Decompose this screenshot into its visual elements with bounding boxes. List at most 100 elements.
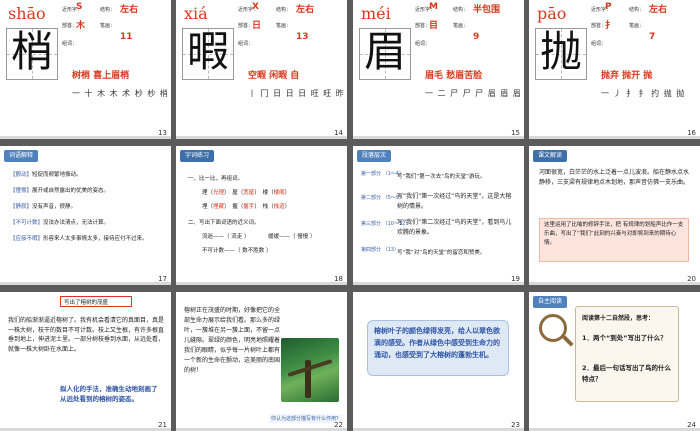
- strokes-value: 11: [120, 32, 133, 42]
- slide-footer-bar: [529, 136, 700, 139]
- slide-number: 22: [334, 421, 343, 429]
- definition-line: 【不可计数】没法办法清点，无法计算。: [10, 220, 110, 226]
- section-tag: 段落层次: [357, 150, 392, 162]
- similar-value: S: [76, 2, 83, 12]
- section-tag: 词语解释: [4, 150, 39, 162]
- part-label: 第四部分 （13）: [361, 247, 399, 253]
- slide-thumbnail-15[interactable]: méi 眉 近形字： M 部首： 目 结构： 半包围 笔画： 9 组词： 眉毛 …: [353, 0, 524, 139]
- structure-value: 左右: [120, 5, 139, 15]
- synonym-row: 缓缓——（ 慢慢 ）: [268, 234, 316, 240]
- banyan-tree-photo: [281, 338, 339, 402]
- slide-thumbnail-19[interactable]: 段落层次 第一部分 （1～4） 写“我们”第一次去“鸟的天堂”游玩。 第二部分 …: [353, 146, 524, 285]
- part-summary: 写“我”对“鸟的天堂”的留恋和赞美。: [397, 250, 486, 256]
- pinyin: shāo: [8, 4, 46, 23]
- section-tag: 字词练习: [180, 150, 215, 162]
- part-summary: 写“我们”第二次经过“鸟的天堂”，看到鸟儿欢腾的景象。: [397, 219, 512, 236]
- stroke-order: 一 二 尸 尸 尸 眉 眉 眉 眉: [425, 89, 524, 98]
- radical-value: 木: [76, 21, 86, 31]
- slide-number: 18: [334, 275, 343, 283]
- magnifier-icon: [539, 314, 567, 342]
- words-label: 组词：: [415, 41, 431, 47]
- example-words: 眉毛 愁眉苦脸: [425, 71, 483, 81]
- compare-row: 理（光理） 屋（宽屋） 楼（楼阁）: [202, 190, 291, 196]
- structure-label: 结构：: [629, 7, 645, 13]
- slide-number: 17: [158, 275, 167, 283]
- question-intro: 阅读第十二自然段，思考：: [582, 315, 655, 322]
- exercise-heading: 一、比一比，再组词。: [188, 176, 244, 182]
- slide-thumbnail-13[interactable]: shāo 梢 近形字： S 部首： 木 结构： 左右 笔画： 11 组词： 树梢…: [0, 0, 171, 139]
- strokes-label: 笔画：: [453, 23, 469, 29]
- slide-number: 23: [511, 421, 520, 429]
- slide-thumbnail-23[interactable]: 榕树叶子的颜色绿得发亮，给人以翠色欲滴的感受。作者从绿色中感受到生命力的涌动，也…: [353, 292, 524, 431]
- slide-footer-bar: [0, 136, 171, 139]
- radical-value: 目: [429, 21, 439, 31]
- strokes-label: 笔画：: [276, 23, 292, 29]
- words-label: 组词：: [591, 41, 607, 47]
- question-1: 1．两个“到处”写出了什么？: [582, 334, 667, 342]
- similar-value: M: [429, 2, 438, 12]
- stroke-order: 一 十 木 木 术 杪 杪 梢 梢 梢 梢: [72, 89, 171, 98]
- slide-number: 19: [511, 275, 520, 283]
- big-character: 暇: [186, 27, 229, 76]
- radical-label: 部首：: [238, 23, 254, 29]
- slide-thumbnail-17[interactable]: 词语解释 【颤动】短促而频繁地振动。 【憧憬】展开或自然露出的优美的姿态。 【静…: [0, 146, 171, 285]
- explanation-text: 榕树叶子的颜色绿得发亮，给人以翠色欲滴的感受。作者从绿色中感受到生命力的涌动，也…: [374, 327, 500, 359]
- structure-value: 左右: [649, 5, 668, 15]
- definition-line: 【憧憬】展开或自然露出的优美的姿态。: [10, 188, 110, 194]
- pinyin: méi: [361, 4, 391, 23]
- slide-footer-bar: [0, 282, 171, 285]
- explanation-box: 榕树叶子的颜色绿得发亮，给人以翠色欲滴的感受。作者从绿色中感受到生命力的涌动，也…: [367, 320, 509, 376]
- compare-row: 埋（埋藏） 握（握手） 栈（栈道）: [202, 204, 291, 210]
- slide-thumbnail-21[interactable]: 写出了榕树的茂盛 我们的船渐渐逼近榕树了。我有机会看清它的真面目，真是一株大树，…: [0, 292, 171, 431]
- radical-label: 部首：: [62, 23, 78, 29]
- pinyin: pāo: [537, 4, 567, 23]
- question-2: 2．最后一句话写出了鸟的什么特点？: [582, 364, 672, 383]
- radical-value: 日: [252, 21, 262, 31]
- question-caption: 你认为这部分描写有什么作用？: [268, 414, 343, 423]
- part-summary: 写“我们”第一次经过“鸟的天堂”，这是大榕树的情景。: [397, 193, 512, 210]
- slide-footer-bar: [529, 282, 700, 285]
- slide-thumbnail-14[interactable]: xiá 暇 近形字： X 部首： 日 结构： 左右 笔画： 13 组词： 空暇 …: [176, 0, 347, 139]
- stroke-order: 丨 冂 日 日 日 旺 旺 昨 暇 暇 暇 暇 暇: [248, 89, 347, 98]
- structure-label: 结构：: [453, 7, 469, 13]
- question-card: 阅读第十二自然段，思考： 1．两个“到处”写出了什么？ 2．最后一句话写出了鸟的…: [575, 306, 679, 402]
- radical-label: 部首：: [591, 23, 607, 29]
- slide-thumbnail-18[interactable]: 字词练习 一、比一比，再组词。 理（光理） 屋（宽屋） 楼（楼阁） 埋（埋藏） …: [176, 146, 347, 285]
- strokes-label: 笔画：: [100, 23, 116, 29]
- strokes-value: 13: [296, 32, 309, 42]
- part-summary: 写“我们”第一次去“鸟的天堂”游玩。: [397, 174, 486, 180]
- structure-label: 结构：: [100, 7, 116, 13]
- definition-line: 【颤动】短促而频繁地振动。: [10, 172, 82, 178]
- slide-thumbnail-24[interactable]: 自主阅读 阅读第十二自然段，思考： 1．两个“到处”写出了什么？ 2．最后一句话…: [529, 292, 700, 431]
- radical-value: 扌: [605, 21, 615, 31]
- passage-text: 榕树正在茂盛的时期，好像把它的全部生命力展示给我们看。那么多的绿叶，一簇堆在另一…: [184, 307, 281, 374]
- slide-thumbnail-16[interactable]: pāo 抛 近形字： P 部首： 扌 结构： 左右 笔画： 7 组词： 抛弃 抛…: [529, 0, 700, 139]
- structure-label: 结构：: [276, 7, 292, 13]
- annotation-note: 拟人化的手法，准确生动地刻画了从远处看到的榕树的姿态。: [60, 385, 158, 403]
- strokes-label: 笔画：: [629, 23, 645, 29]
- passage-text: 我们的船渐渐逼近榕树了。我有机会看清它的真面目，真是一株大树，枝干的数目不可计数…: [8, 317, 165, 353]
- radical-label: 部首：: [415, 23, 431, 29]
- slide-footer-bar: [176, 282, 347, 285]
- section-tag: 自主阅读: [533, 296, 568, 308]
- slide-footer-bar: [176, 136, 347, 139]
- big-character: 梢: [10, 27, 53, 76]
- structure-value: 左右: [296, 5, 315, 15]
- definition-line: 【应接不暇】形容来人太多事情太多，接待应付不过来。: [10, 236, 148, 242]
- example-words: 抛弃 抛开 抛: [601, 71, 653, 81]
- slide-number: 21: [158, 421, 167, 429]
- stroke-order: 一 丿 扌 扌 扚 抛 抛: [601, 89, 686, 98]
- big-character: 抛: [539, 27, 582, 76]
- slide-number: 20: [687, 275, 696, 283]
- synonym-row: 不可计数——（ 数不胜数 ）: [202, 248, 272, 254]
- slide-sorter-grid: shāo 梢 近形字： S 部首： 木 结构： 左右 笔画： 11 组词： 树梢…: [0, 0, 700, 431]
- example-words: 树梢 喜上眉梢: [72, 71, 130, 81]
- slide-thumbnail-20[interactable]: 课文解读 河面很宽，白茫茫的水上泛着一点儿波浪。船在静水点水静移，三支梁有规律地…: [529, 146, 700, 285]
- big-character: 眉: [363, 27, 406, 76]
- strokes-value: 9: [473, 32, 480, 42]
- similar-value: P: [605, 2, 612, 12]
- slide-thumbnail-22[interactable]: 榕树正在茂盛的时期，好像把它的全部生命力展示给我们看。那么多的绿叶，一簇堆在另一…: [176, 292, 347, 431]
- slide-number: 16: [687, 129, 696, 137]
- exercise-heading: 二、写出下面词语的近义词。: [188, 220, 260, 226]
- slide-number: 24: [687, 421, 696, 429]
